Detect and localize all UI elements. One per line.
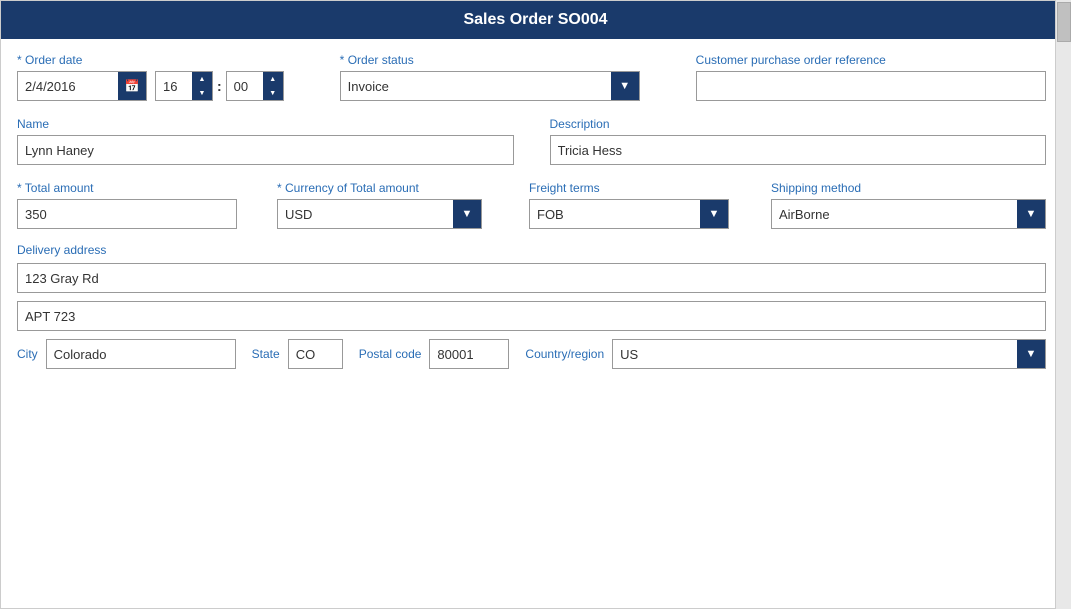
currency-dropdown-button[interactable]: ▼ [453,200,481,228]
state-label: State [252,347,280,361]
description-input[interactable] [550,135,1047,165]
currency-select[interactable]: USD ▼ [277,199,482,229]
calendar-icon: 📅 [125,79,140,93]
minute-select: 00 ▲ ▼ [226,71,284,101]
order-date-value: 2/4/2016 [18,72,118,100]
country-chevron-icon: ▼ [1026,348,1037,360]
hour-down-button[interactable]: ▼ [192,86,212,100]
freight-select[interactable]: FOB ▼ [529,199,729,229]
postal-input[interactable] [429,339,509,369]
total-amount-label: Total amount [17,181,257,195]
state-input[interactable] [288,339,343,369]
address-line1-input[interactable] [17,263,1046,293]
currency-chevron-icon: ▼ [462,208,473,220]
freight-label: Freight terms [529,181,739,195]
shipping-select[interactable]: AirBorne ▼ [771,199,1046,229]
name-label: Name [17,117,514,131]
description-label: Description [550,117,1047,131]
time-colon: : [217,78,222,94]
hour-up-button[interactable]: ▲ [192,72,212,86]
country-select[interactable]: US ▼ [612,339,1046,369]
hour-select: 16 ▲ ▼ [155,71,213,101]
sales-order-window: Sales Order SO004 Order date 2/4/2016 📅 [0,0,1071,609]
order-status-label: Order status [340,53,640,67]
shipping-chevron-icon: ▼ [1026,208,1037,220]
shipping-label: Shipping method [771,181,1046,195]
minute-up-button[interactable]: ▲ [263,72,283,86]
scrollbar[interactable] [1055,39,1070,608]
customer-ref-input[interactable] [696,71,1046,101]
freight-dropdown-button[interactable]: ▼ [700,200,728,228]
currency-label: Currency of Total amount [277,181,497,195]
order-status-dropdown-button[interactable]: ▼ [611,72,639,100]
address-line2-input[interactable] [17,301,1046,331]
freight-chevron-icon: ▼ [709,208,720,220]
hour-arrows: ▲ ▼ [192,72,212,100]
order-date-wrapper: 2/4/2016 📅 [17,71,147,101]
country-label: Country/region [525,347,604,361]
hour-value: 16 [156,72,192,100]
delivery-address-label: Delivery address [17,243,1046,257]
total-amount-input[interactable] [17,199,237,229]
window-title: Sales Order SO004 [463,11,607,28]
freight-value: FOB [530,200,700,228]
shipping-dropdown-button[interactable]: ▼ [1017,200,1045,228]
title-bar: Sales Order SO004 [1,1,1070,39]
country-dropdown-button[interactable]: ▼ [1017,340,1045,368]
time-wrapper: 16 ▲ ▼ : 00 ▲ ▼ [155,71,284,101]
calendar-button[interactable]: 📅 [118,72,146,100]
city-input[interactable] [46,339,236,369]
currency-value: USD [278,200,453,228]
minute-value: 00 [227,72,263,100]
city-label: City [17,347,38,361]
customer-ref-label: Customer purchase order reference [696,53,1046,67]
name-input[interactable] [17,135,514,165]
minute-down-button[interactable]: ▼ [263,86,283,100]
minute-arrows: ▲ ▼ [263,72,283,100]
country-value: US [613,340,1017,368]
postal-label: Postal code [359,347,422,361]
order-status-value: Invoice [341,72,611,100]
order-status-select[interactable]: Invoice ▼ [340,71,640,101]
order-date-label: Order date [17,53,284,67]
shipping-value: AirBorne [772,200,1017,228]
chevron-down-icon: ▼ [619,80,630,92]
scrollbar-thumb[interactable] [1057,39,1070,42]
